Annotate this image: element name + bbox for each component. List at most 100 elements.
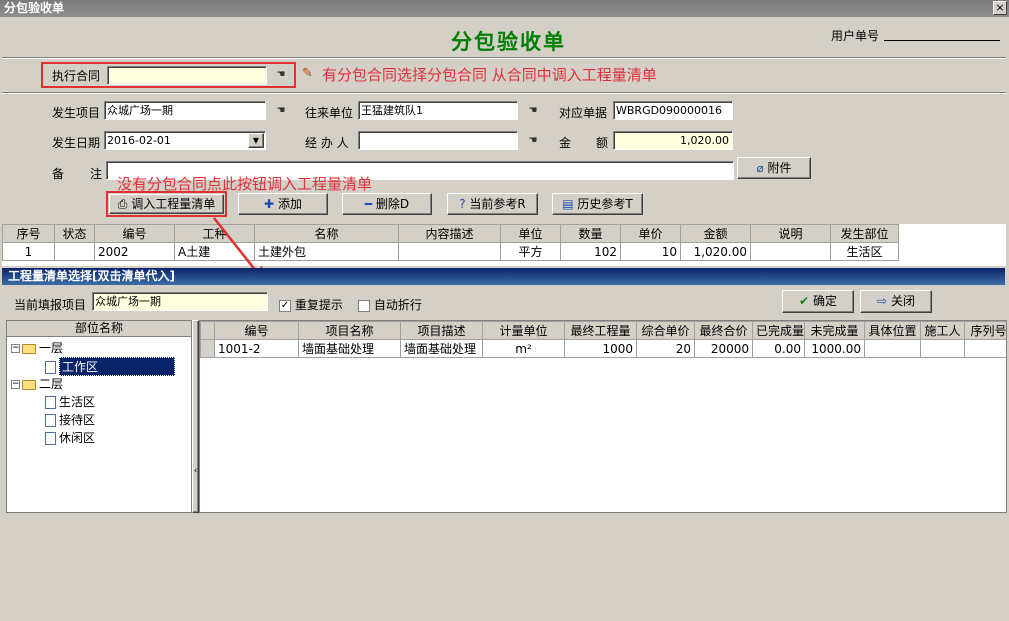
tree-node-floor1[interactable]: − 一层 [11,339,63,356]
folder-open-icon [22,379,36,390]
column-header: 数量 [560,224,621,243]
table-cell[interactable]: m² [482,339,565,358]
table-cell[interactable]: 102 [560,242,621,261]
column-header: 综合单价 [636,321,695,340]
table-cell[interactable] [398,242,501,261]
tree-leaf-living[interactable]: 生活区 [45,393,95,410]
date-label: 发生日期 [52,136,101,150]
wrap-checkbox-row[interactable]: 自动折行 [358,296,422,313]
close-button[interactable]: ⇨ 关闭 [860,290,932,313]
list-table-header: 编号 项目名称 项目描述 计量单位 最终工程量 综合单价 最终合价 已完成量 未完成量 具体位置施… [200,321,1006,340]
window-close-button[interactable]: × [993,1,1007,15]
contract-input[interactable] [107,66,267,85]
column-header: 项目名称 [298,321,401,340]
close-label: 关闭 [890,294,915,308]
table-cell[interactable]: 1001-2 [214,339,299,358]
delete-button[interactable]: ━ 删除D [342,193,432,215]
table-cell[interactable]: 平方 [500,242,561,261]
table-cell[interactable]: 1 [2,242,55,261]
document-icon [45,361,56,374]
table-cell[interactable] [750,242,831,261]
table-cell[interactable]: 10 [620,242,681,261]
table-cell[interactable]: 1000 [564,339,637,358]
ref-input[interactable]: WBRGD090000016 [613,101,733,120]
table-cell[interactable]: 20000 [694,339,753,358]
column-header: 未完成量 [804,321,865,340]
check-icon: ✔ [799,294,810,308]
wrap-checkbox[interactable] [358,299,370,312]
panel-title-gap [1005,268,1009,285]
tree-leaf-leisure[interactable]: 休闲区 [45,429,95,446]
panel-project-label: 当前填报项目 [14,298,87,312]
tree-leaf-workarea[interactable]: 工作区 [45,357,175,376]
handler-picker-icon[interactable]: ☚ [524,133,542,149]
handler-input[interactable] [358,131,518,150]
table-cell[interactable] [920,339,965,358]
table-cell[interactable]: 0.00 [752,339,805,358]
table-row[interactable]: 1001-2 墙面基础处理 墙面基础处理 m² 1000 20 20000 0.00 1000.… [200,339,1006,358]
date-input[interactable]: 2016-02-01 [104,131,266,150]
tree-header: 部位名称 [7,321,191,337]
collapse-icon[interactable]: − [11,380,20,389]
import-label: 调入工程量清单 [131,197,216,211]
column-header: 单位 [500,224,561,243]
column-header: 单价 [620,224,681,243]
row-indicator[interactable] [200,339,215,358]
table-cell[interactable] [864,339,921,358]
table-cell[interactable]: 1,020.00 [680,242,751,261]
form-heading: 分包验收单 [451,29,566,54]
confirm-label: 确定 [812,294,837,308]
contract-picker-icon[interactable]: ☚ [272,67,290,83]
tree-node-label: 工作区 [59,357,175,376]
project-picker-icon[interactable]: ☚ [272,103,290,119]
project-input[interactable]: 众城广场一期 [104,101,266,120]
table-cell[interactable]: 墙面基础处理 [400,339,483,358]
table-cell[interactable]: 1000.00 [804,339,865,358]
attach-button[interactable]: ⌀ 附件 [737,157,811,179]
list-table: 编号 项目名称 项目描述 计量单位 最终工程量 综合单价 最终合价 已完成量 未完成量 具体位置施… [200,321,1006,358]
confirm-button[interactable]: ✔ 确定 [782,290,854,313]
table-row[interactable]: 1 2002 A土建 土建外包 平方 102 10 1,020.00 生活区 [2,242,899,261]
history-ref-button[interactable]: ▤ 历史参考T [552,193,643,215]
table-cell[interactable]: 2002 [94,242,175,261]
tree-node-floor2[interactable]: − 二层 [11,375,63,392]
tree-leaf-reception[interactable]: 接待区 [45,411,95,428]
paperclip-icon: ⌀ [756,161,764,175]
repeat-checkbox[interactable]: ✓ [279,299,291,312]
partner-label: 往来单位 [305,106,354,120]
collapse-icon[interactable]: − [11,344,20,353]
table-cell[interactable]: 墙面基础处理 [298,339,401,358]
minus-icon: ━ [364,197,373,211]
table-cell[interactable] [54,242,95,261]
note-label-1: 备 [52,167,65,181]
column-header: 序号 [2,224,55,243]
table-cell[interactable]: 生活区 [830,242,899,261]
current-ref-button[interactable]: ? 当前参考R [447,193,538,215]
main-table-wrap: 序号 状态 编号 工种 名称 内容描述 单位 数量 单价 金额 说明 发生部位 1 2002 A土建 土建外… [2,224,1006,266]
user-no-line[interactable] [884,40,1000,41]
partner-input[interactable]: 王猛建筑队1 [358,101,518,120]
panel-title-bar: 工程量清单选择[双击清单代入] [2,268,1005,285]
contract-label: 执行合同 [52,69,101,83]
column-header: 项目描述 [400,321,483,340]
import-icon: ⎙ [117,197,128,211]
row-indicator-header [200,321,215,340]
table-cell[interactable] [964,339,1006,358]
tree-node-label: 一层 [39,341,64,355]
wrap-label: 自动折行 [373,298,422,312]
table-cell[interactable]: 20 [636,339,695,358]
ref-label: 对应单据 [559,106,608,120]
tree-pane: 部位名称 − 一层 工作区 − 二层 生活区 接待区 休闲区 [6,320,192,513]
panel-project-input[interactable]: 众城广场一期 [92,292,268,311]
repeat-checkbox-row[interactable]: ✓ 重复提示 [279,296,343,313]
help-icon: ? [459,197,466,211]
amount-input[interactable]: 1,020.00 [613,131,733,150]
splitter-collapse-button[interactable]: ‹ [192,320,199,513]
exit-icon: ⇨ [877,294,888,308]
partner-picker-icon[interactable]: ☚ [524,103,542,119]
date-dropdown-arrow[interactable]: ▼ [248,133,264,148]
main-table-header: 序号 状态 编号 工种 名称 内容描述 单位 数量 单价 金额 说明 发生部位 [2,224,899,243]
column-header: 编号 [214,321,299,340]
book-icon: ▤ [562,197,574,211]
column-header: 具体位置 [864,321,921,340]
